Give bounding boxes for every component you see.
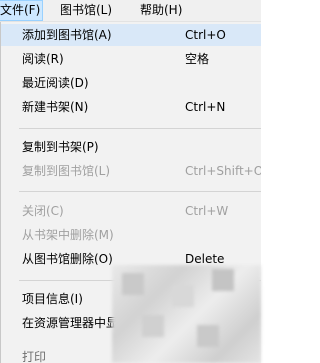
menu-bar: 文件(F) 图书馆(L) 帮助(H) [0, 0, 261, 22]
menu-item-shortcut: Ctrl+Shift+O [185, 164, 261, 178]
menu-item-shortcut: Ctrl+O [185, 28, 226, 42]
menu-item-shortcut: Ctrl+W [185, 204, 229, 218]
menu-item-label: 从图书馆删除(O) [22, 252, 113, 266]
menu-item-label: 关闭(C) [22, 204, 64, 218]
menu-item-label: 复制到书架(P) [22, 140, 99, 154]
menu-item-read[interactable]: 阅读(R) 空格 [1, 48, 261, 70]
menu-item-label: 打印 [22, 350, 47, 363]
menu-item-label: 在资源管理器中显 [22, 316, 119, 330]
menu-separator [19, 191, 261, 192]
menu-item-label: 最近阅读(D) [22, 76, 89, 90]
blurred-region [112, 265, 261, 363]
menu-item-remove-from-shelf: 从书架中删除(M) [1, 224, 261, 246]
menu-item-label: 新建书架(N) [22, 100, 89, 114]
menu-item-label: 从书架中删除(M) [22, 228, 114, 242]
menu-item-copy-to-shelf[interactable]: 复制到书架(P) [1, 136, 261, 158]
menu-item-label: 复制到图书馆(L) [22, 164, 111, 178]
menu-item-copy-to-library: 复制到图书馆(L) Ctrl+Shift+O [1, 160, 261, 182]
menu-item-label: 项目信息(I) [22, 292, 83, 306]
menu-item-recent[interactable]: 最近阅读(D) [1, 72, 261, 94]
menu-file[interactable]: 文件(F) [0, 0, 44, 21]
menu-separator [19, 128, 261, 129]
menu-item-label: 添加到图书馆(A) [22, 28, 112, 42]
menu-help[interactable]: 帮助(H) [138, 0, 184, 21]
menu-item-label: 阅读(R) [22, 52, 64, 66]
menu-item-new-shelf[interactable]: 新建书架(N) Ctrl+N [1, 96, 261, 118]
menu-library[interactable]: 图书馆(L) [58, 0, 114, 21]
menu-item-shortcut: 空格 [185, 52, 210, 66]
menu-item-close: 关闭(C) Ctrl+W [1, 200, 261, 222]
menu-item-shortcut: Ctrl+N [185, 100, 226, 114]
menu-item-add-to-library[interactable]: 添加到图书馆(A) Ctrl+O [1, 24, 261, 46]
